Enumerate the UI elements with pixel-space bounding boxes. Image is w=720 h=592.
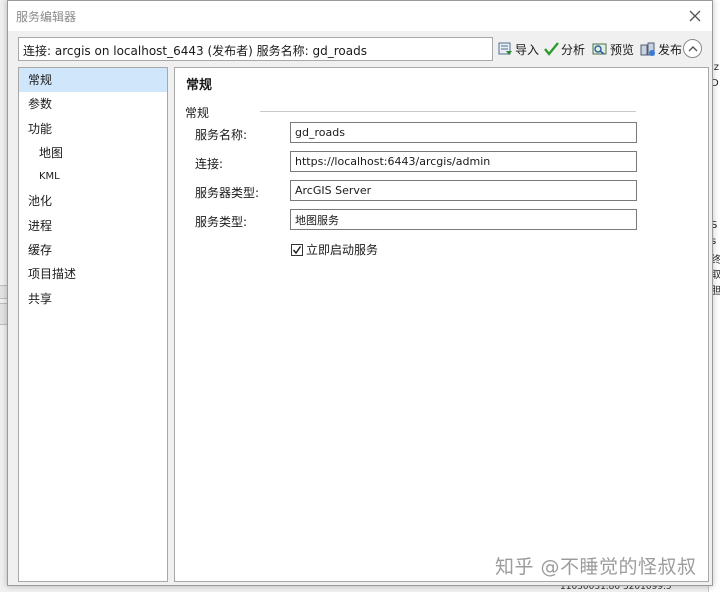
nav-item-capabilities[interactable]: 功能 [19, 117, 167, 141]
window-title: 服务编辑器 [16, 10, 77, 24]
preview-map-icon [592, 43, 607, 55]
title-bar: 服务编辑器 [8, 1, 712, 31]
checkmark-icon [544, 42, 559, 56]
connection-label: 连接: [195, 157, 224, 171]
service-type-input[interactable] [290, 209, 637, 230]
service-editor-dialog: 服务编辑器 连接: arcgis on localhost_6443 (发布者)… [7, 0, 713, 586]
start-service-label: 立即启动服务 [306, 243, 379, 257]
panel-title: 常规 [186, 78, 213, 93]
analyze-label: 分析 [561, 42, 586, 57]
nav-item-map[interactable]: 地图 [19, 141, 167, 165]
preview-label: 预览 [610, 42, 635, 57]
service-name-input[interactable] [290, 122, 637, 143]
server-type-label: 服务器类型: [195, 186, 260, 200]
import-label: 导入 [515, 42, 540, 57]
collapse-button[interactable] [683, 39, 702, 58]
close-icon [689, 10, 701, 22]
nav-item-general[interactable]: 常规 [19, 68, 167, 93]
nav-item-parameters[interactable]: 参数 [19, 92, 167, 116]
start-service-checkbox-row[interactable]: 立即启动服务 [291, 241, 378, 258]
connection-input[interactable] [290, 151, 637, 172]
section-divider [260, 111, 636, 112]
checkmark-icon [292, 245, 302, 254]
publish-server-icon [640, 42, 655, 56]
nav-item-pooling[interactable]: 池化 [19, 189, 167, 213]
watermark: 知乎 @不睡觉的怪叔叔 [495, 556, 697, 578]
connection-info-box: 连接: arcgis on localhost_6443 (发布者) 服务名称:… [18, 37, 493, 61]
section-label: 常规 [185, 106, 210, 120]
publish-label: 发布 [658, 42, 683, 57]
import-icon [498, 42, 512, 55]
nav-item-kml[interactable]: KML [19, 165, 167, 189]
nav-item-caching[interactable]: 缓存 [19, 238, 167, 262]
service-type-label: 服务类型: [195, 215, 248, 229]
close-button[interactable] [684, 5, 706, 27]
publish-button[interactable]: 发布 [640, 39, 682, 59]
settings-nav: 常规 参数 功能 地图 KML 池化 进程 缓存 项目描述 共享 [18, 67, 168, 582]
start-service-checkbox[interactable] [291, 243, 303, 256]
nav-item-processes[interactable]: 进程 [19, 214, 167, 238]
analyze-button[interactable]: 分析 [544, 39, 585, 59]
service-name-label: 服务名称: [195, 128, 248, 142]
nav-item-sharing[interactable]: 共享 [19, 287, 167, 311]
nav-item-item-description[interactable]: 项目描述 [19, 262, 167, 286]
chevron-up-icon [688, 45, 697, 51]
import-button[interactable]: 导入 [498, 39, 539, 59]
general-settings-panel: 常规 常规 服务名称: 连接: 服务器类型: 服务类型: 立即启动服务 [174, 67, 709, 582]
server-type-input[interactable] [290, 180, 637, 201]
preview-button[interactable]: 预览 [592, 39, 634, 59]
